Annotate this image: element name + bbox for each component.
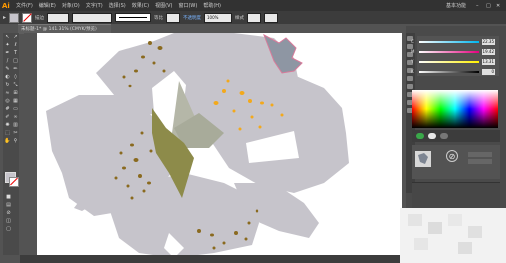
- shape-builder-tool-icon[interactable]: ◎: [4, 98, 11, 104]
- width-tool-icon[interactable]: ≈: [4, 90, 11, 96]
- watermark-area: [400, 208, 506, 263]
- gradient-mode-icon[interactable]: ▤: [5, 202, 12, 208]
- align-button[interactable]: [264, 12, 279, 23]
- black-value[interactable]: 0: [482, 69, 495, 75]
- eraser-tool-icon[interactable]: ◊: [12, 74, 19, 80]
- menu-type[interactable]: 文字(T): [86, 2, 103, 9]
- menu-view[interactable]: 视图(V): [155, 2, 172, 9]
- window-controls: 基本功能 – □ ✕: [446, 2, 502, 10]
- direct-selection-tool-icon[interactable]: ↗: [12, 34, 19, 40]
- panel-button-2[interactable]: [468, 159, 492, 164]
- tools-panel: ↖ ↗ ✦ ℓ ✒ T / □ ✎ ✏ ◐ ◊ ↻ ⤡ ≈ ⊞ ◎ ▦ # ▭ ✐ ∞ ✺ ▥ ⬚ ✂ ✋…: [3, 33, 19, 255]
- gradient-tool-icon[interactable]: ▭: [12, 106, 19, 112]
- stroke-weight-field[interactable]: [47, 12, 70, 23]
- app-logo: Ai: [2, 1, 10, 10]
- style-thumbnail[interactable]: [415, 151, 431, 167]
- line-tool-icon[interactable]: /: [4, 58, 11, 64]
- yellow-value[interactable]: 13.31: [482, 59, 495, 65]
- paintbrush-tool-icon[interactable]: ✎: [4, 66, 11, 72]
- fill-swatch[interactable]: [9, 12, 20, 23]
- scale-tool-icon[interactable]: ⤡: [12, 82, 19, 88]
- status-bar: [20, 255, 402, 263]
- mesh-tool-icon[interactable]: #: [4, 106, 11, 112]
- magenta-slider[interactable]: [419, 51, 479, 53]
- stroke-icon[interactable]: [407, 76, 413, 81]
- cyan-value[interactable]: 22.35: [482, 39, 495, 45]
- screen-mode-icon[interactable]: ▢: [5, 226, 12, 232]
- opacity-label[interactable]: 不透明度: [183, 15, 201, 21]
- k-label: K: [411, 69, 414, 74]
- menu-object[interactable]: 对象(O): [62, 2, 80, 9]
- blend-tool-icon[interactable]: ∞: [12, 114, 19, 120]
- magic-wand-tool-icon[interactable]: ✦: [4, 42, 11, 48]
- menu-help[interactable]: 帮助(H): [203, 2, 221, 9]
- black-slider[interactable]: [419, 71, 479, 73]
- artwork[interactable]: [24, 33, 402, 258]
- none-mode-icon[interactable]: ⊘: [5, 210, 12, 216]
- slice-tool-icon[interactable]: ✂: [12, 130, 19, 136]
- cyan-slider[interactable]: [419, 41, 479, 43]
- none-style-icon[interactable]: ⊘: [446, 150, 458, 162]
- color-panel: C 22.35 M 19.42 Y 13.31 K 0: [411, 36, 499, 76]
- panel-button-1[interactable]: [468, 152, 492, 157]
- selection-arrow-icon: ▸: [3, 14, 7, 21]
- stroke-label: 描边: [35, 15, 45, 21]
- workspace-switcher[interactable]: 基本功能: [446, 2, 466, 9]
- minimize-icon[interactable]: –: [476, 3, 482, 9]
- graphic-style-swatch[interactable]: [247, 12, 262, 23]
- gradient-icon[interactable]: [407, 84, 413, 89]
- rectangle-tool-icon[interactable]: □: [12, 58, 19, 64]
- rotate-tool-icon[interactable]: ↻: [4, 82, 11, 88]
- color-mode-buttons: ■ ▤ ⊘ ◫ ▢: [4, 193, 18, 233]
- stroke-color-box[interactable]: [9, 177, 19, 187]
- menu-file[interactable]: 文件(F): [16, 2, 33, 9]
- free-transform-tool-icon[interactable]: ⊞: [12, 90, 19, 96]
- graphic-style-panel: ⊘: [412, 145, 500, 179]
- menu-edit[interactable]: 编辑(E): [39, 2, 56, 9]
- style-label: 样式: [235, 15, 245, 21]
- control-bar: ▸ 描边 等比 不透明度 100% 样式: [0, 11, 506, 24]
- lasso-tool-icon[interactable]: ℓ: [12, 42, 19, 48]
- menu-bar: Ai 文件(F) 编辑(E) 对象(O) 文字(T) 选择(S) 效果(C) 视…: [0, 0, 506, 11]
- pen-tool-icon[interactable]: ✒: [4, 50, 11, 56]
- y-label: Y: [411, 59, 414, 64]
- canvas-area[interactable]: [24, 33, 402, 258]
- c-label: C: [411, 39, 414, 44]
- stroke-swatch[interactable]: [22, 12, 33, 23]
- eyedropper-tool-icon[interactable]: ✐: [4, 114, 11, 120]
- swatch-tab-white-icon[interactable]: [428, 133, 436, 139]
- column-graph-tool-icon[interactable]: ▥: [12, 122, 19, 128]
- color-mode-icon[interactable]: ■: [5, 194, 12, 200]
- opacity-field[interactable]: 100%: [204, 12, 233, 23]
- perspective-grid-tool-icon[interactable]: ▦: [12, 98, 19, 104]
- brush-definition-preview[interactable]: [115, 13, 152, 22]
- panel-tabs: [412, 130, 500, 142]
- yellow-slider[interactable]: [419, 61, 479, 63]
- draw-mode-icon[interactable]: ◫: [5, 218, 12, 224]
- style-dropdown[interactable]: [166, 12, 181, 23]
- menu-window[interactable]: 窗口(W): [178, 2, 197, 9]
- menu-select[interactable]: 选择(S): [109, 2, 126, 9]
- swatch-tab-green-icon[interactable]: [416, 133, 424, 139]
- artboard-tool-icon[interactable]: ⬚: [4, 130, 11, 136]
- close-icon[interactable]: ✕: [496, 3, 502, 9]
- maximize-icon[interactable]: □: [486, 3, 492, 9]
- blob-brush-tool-icon[interactable]: ◐: [4, 74, 11, 80]
- zoom-tool-icon[interactable]: ⚲: [12, 138, 19, 144]
- magenta-value[interactable]: 19.42: [482, 49, 495, 55]
- menu-effect[interactable]: 效果(C): [132, 2, 149, 9]
- variable-width-profile[interactable]: [72, 12, 113, 23]
- swatch-tab-gray-icon[interactable]: [440, 133, 448, 139]
- type-tool-icon[interactable]: T: [12, 50, 19, 56]
- variable-width-label: 等比: [154, 15, 164, 21]
- pencil-tool-icon[interactable]: ✏: [12, 66, 19, 72]
- m-label: M: [411, 49, 415, 54]
- symbol-sprayer-tool-icon[interactable]: ✺: [4, 122, 11, 128]
- selection-tool-icon[interactable]: ↖: [4, 34, 11, 40]
- color-spectrum[interactable]: [412, 90, 498, 128]
- hand-tool-icon[interactable]: ✋: [4, 138, 11, 144]
